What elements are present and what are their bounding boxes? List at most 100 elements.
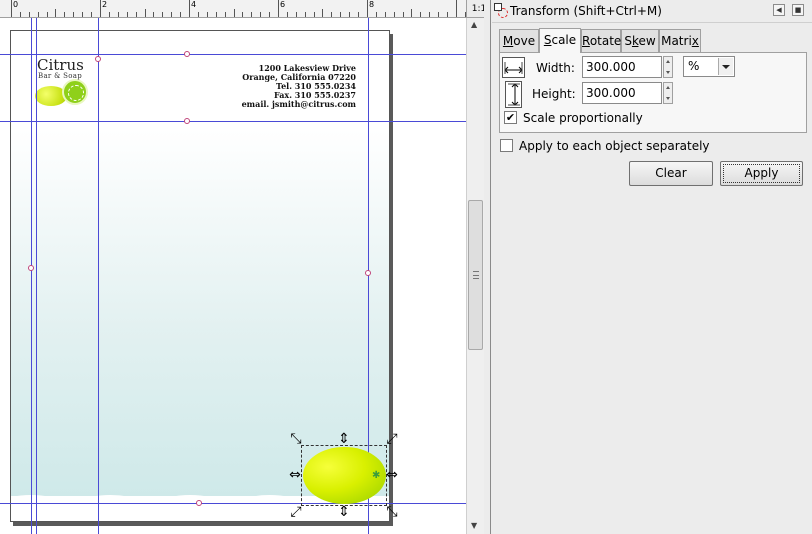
width-arrows-icon — [502, 57, 525, 78]
ruler-tick — [38, 12, 39, 17]
height-input[interactable]: 300.000 — [582, 82, 662, 104]
scale-handle-nw-icon[interactable]: ⤡ — [289, 432, 303, 446]
clear-button[interactable]: Clear — [629, 161, 713, 186]
grip-icon — [473, 271, 479, 279]
scale-handle-e-icon[interactable]: ⇔ — [385, 468, 399, 482]
ruler-tick — [216, 12, 217, 17]
ruler-tick — [447, 12, 448, 17]
ruler-label: 4 — [191, 0, 197, 9]
ruler-tick — [420, 12, 421, 17]
height-arrows-icon — [505, 81, 522, 108]
ruler-tick — [20, 12, 21, 17]
scale-handle-w-icon[interactable]: ⇔ — [288, 468, 302, 482]
tab-skew[interactable]: Skew — [621, 29, 659, 52]
ruler-tick — [64, 12, 65, 17]
rotation-center-icon[interactable]: ✱ — [372, 470, 380, 481]
canvas-area[interactable]: 02468 1:1 Citrus Bar & Soap 1200 Lakesvi… — [0, 0, 491, 534]
guide-horizontal[interactable] — [0, 54, 466, 55]
ruler-tick — [153, 12, 154, 17]
unit-value: % — [688, 59, 700, 73]
address-line[interactable]: email. jsmith@citrus.com — [242, 99, 356, 109]
ruler-label: 8 — [369, 0, 375, 9]
ruler-label: 2 — [102, 0, 108, 9]
tab-key: M — [502, 34, 514, 48]
height-spinner[interactable] — [663, 82, 673, 104]
ruler-tick — [73, 12, 74, 17]
tab-key: R — [582, 34, 590, 48]
ruler-tick — [322, 9, 323, 17]
transform-icon — [494, 3, 508, 18]
ruler-tick — [438, 12, 439, 17]
close-icon[interactable]: ■ — [792, 4, 804, 16]
apply-button[interactable]: Apply — [720, 161, 803, 186]
scroll-up-icon[interactable]: ▲ — [471, 20, 477, 29]
logo-lime-shape[interactable] — [62, 79, 88, 105]
ruler-tick — [11, 0, 12, 17]
guide-anchor-dot[interactable] — [184, 118, 190, 124]
apply-each-checkbox[interactable] — [500, 139, 513, 152]
guide-vertical[interactable] — [36, 18, 37, 534]
tab-rotate[interactable]: Rotate — [581, 29, 621, 52]
dialog-title: Transform (Shift+Ctrl+M) — [510, 4, 662, 18]
tab-label-rest: ove — [513, 34, 536, 48]
guide-horizontal[interactable] — [0, 121, 466, 122]
ruler-tick — [349, 12, 350, 17]
scale-handle-ne-icon[interactable]: ⤢ — [385, 432, 399, 446]
guide-vertical[interactable] — [98, 18, 99, 534]
ruler-label: 0 — [13, 0, 19, 9]
tab-matrix[interactable]: Matrix — [659, 29, 701, 52]
ruler-tick — [403, 12, 404, 17]
ruler-tick — [29, 12, 30, 17]
ruler-tick — [367, 0, 368, 17]
scrollbar-thumb[interactable] — [468, 200, 483, 350]
ruler-tick — [287, 12, 288, 17]
scale-handle-se-icon[interactable]: ⤡ — [385, 505, 399, 519]
chevron-down-icon[interactable] — [718, 58, 733, 75]
ruler-tick — [385, 12, 386, 17]
scale-proportionally-label[interactable]: Scale proportionally — [523, 111, 643, 125]
scale-proportionally-checkbox[interactable]: ✔ — [504, 111, 517, 124]
unit-select[interactable]: % — [683, 56, 735, 77]
width-input[interactable]: 300.000 — [582, 56, 662, 78]
scale-handle-n-icon[interactable]: ⇕ — [337, 432, 351, 446]
scale-handle-sw-icon[interactable]: ⤢ — [289, 505, 303, 519]
scroll-down-icon[interactable]: ▼ — [471, 521, 477, 530]
ruler-tick — [305, 12, 306, 17]
ruler-tick — [55, 9, 56, 17]
guide-anchor-dot[interactable] — [184, 51, 190, 57]
tab-scale[interactable]: Scale — [539, 28, 581, 53]
collapse-icon[interactable]: ◀ — [773, 4, 785, 16]
scale-handle-s-icon[interactable]: ⇕ — [337, 505, 351, 519]
tab-key: x — [691, 34, 699, 48]
ruler-tick — [234, 9, 235, 17]
tab-label-rest: Matri — [661, 34, 692, 48]
height-label: Height: — [532, 87, 576, 101]
tab-label-rest: ew — [638, 34, 656, 48]
guide-anchor-dot[interactable] — [365, 270, 371, 276]
ruler-tick — [242, 12, 243, 17]
guide-anchor-dot[interactable] — [196, 500, 202, 506]
guide-anchor-dot[interactable] — [28, 265, 34, 271]
ruler-tick — [269, 12, 270, 17]
ruler-tick — [136, 12, 137, 17]
panel-divider[interactable] — [484, 0, 491, 534]
vertical-scrollbar[interactable]: ▲ ▼ — [466, 18, 484, 534]
tab-move[interactable]: Move — [499, 29, 539, 52]
ruler-tick — [47, 12, 48, 17]
width-spinner[interactable] — [663, 56, 673, 78]
ruler-tick — [127, 12, 128, 17]
ruler-tick — [331, 12, 332, 17]
ruler-tick — [456, 0, 457, 17]
ruler-tick — [260, 12, 261, 17]
width-label: Width: — [536, 61, 575, 75]
guide-anchor-dot[interactable] — [95, 56, 101, 62]
ruler-tick — [180, 12, 181, 17]
horizontal-ruler[interactable]: 0 2 4 6 8 — [0, 0, 466, 18]
ruler-tick — [411, 9, 412, 17]
ruler-tick — [340, 12, 341, 17]
ruler-tick — [145, 9, 146, 17]
guide-vertical[interactable] — [31, 18, 32, 534]
apply-each-label[interactable]: Apply to each object separately — [519, 139, 710, 153]
tab-label-rest: cale — [551, 33, 577, 47]
ruler-tick — [376, 12, 377, 17]
